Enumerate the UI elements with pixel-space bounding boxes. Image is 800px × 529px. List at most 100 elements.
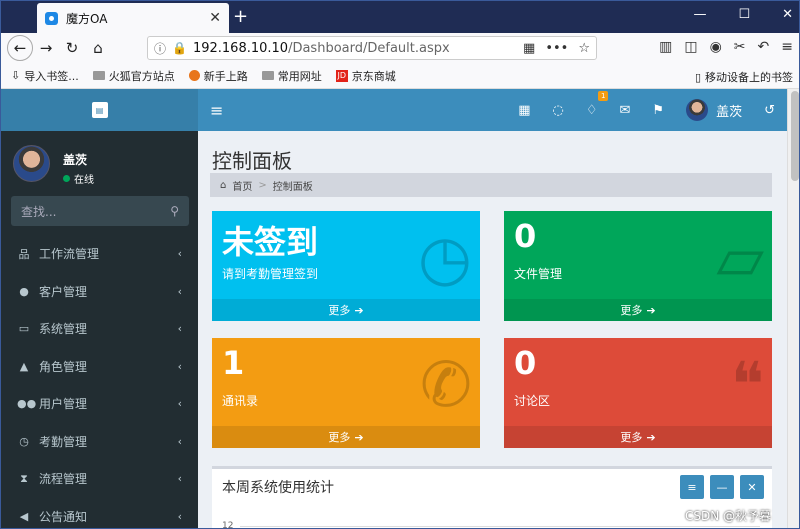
folder-icon (261, 71, 274, 80)
search-icon[interactable]: ⚲ (170, 204, 179, 218)
stat-label: 通讯录 (222, 394, 259, 408)
back-button[interactable]: ← (7, 35, 33, 61)
comments-icon: ❝ (730, 348, 764, 421)
screenshot-icon[interactable]: ✂ (734, 39, 746, 55)
collapse-icon[interactable]: — (710, 475, 734, 499)
mobile-icon: ▯ (694, 70, 701, 84)
more-label: 更多 (328, 431, 351, 444)
page-info-icon[interactable]: ⓘ (154, 40, 166, 57)
chat-icon[interactable]: ◌ (553, 103, 564, 118)
more-link[interactable]: 更多 ➔ (212, 299, 480, 321)
flag-icon[interactable]: ⚑ (652, 103, 664, 118)
sidebar-item-label: 客户管理 (39, 284, 88, 299)
home-button[interactable]: ⌂ (85, 36, 111, 60)
new-tab-button[interactable]: + (233, 6, 248, 27)
minimize-icon[interactable]: — (693, 7, 706, 22)
library-icon[interactable]: ▥ (659, 39, 672, 55)
user-menu[interactable]: 盖茨 (686, 99, 742, 121)
sidebar-toggle-hamburger-icon[interactable]: ≡ (210, 101, 223, 120)
bookmark-jd[interactable]: JD 京东商城 (335, 68, 396, 84)
sidebar-item-label: 流程管理 (39, 472, 88, 487)
sidebar-item-notices[interactable]: ◀ 公告通知 ‹ (1, 498, 198, 529)
hourglass-icon: ⧗ (20, 471, 28, 485)
more-label: 更多 (620, 304, 643, 317)
more-icon[interactable]: ••• (545, 41, 568, 56)
logo-icon: ▤ (91, 102, 108, 118)
maximize-icon[interactable]: ☐ (738, 7, 750, 22)
sidebar-item-customers[interactable]: ● 客户管理 ‹ (1, 273, 198, 311)
bookmark-import[interactable]: ⇩ 导入书签... (11, 68, 79, 84)
sidebar-item-process[interactable]: ⧗ 流程管理 ‹ (1, 460, 198, 498)
stat-box-files: 0 文件管理 ▱ 更多 ➔ (504, 211, 772, 321)
bookmark-label: 新手上路 (203, 69, 248, 83)
phone-icon: ✆ (420, 348, 472, 421)
chevron-left-icon: ‹ (177, 472, 182, 486)
stat-value: 0 (514, 217, 537, 255)
chevron-left-icon: ‹ (177, 322, 182, 336)
search-input[interactable]: 查找... ⚲ (11, 196, 189, 226)
qr-icon[interactable]: ▦ (518, 103, 530, 118)
browser-tab[interactable]: 魔方OA ✕ (37, 3, 229, 33)
refresh-icon[interactable]: ↺ (764, 103, 775, 118)
sidebar-item-system[interactable]: ▭ 系统管理 ‹ (1, 310, 198, 348)
watermark: CSDN @秋予暮 (684, 509, 771, 523)
search-placeholder: 查找... (21, 204, 57, 219)
status-text: 在线 (74, 175, 94, 186)
more-link[interactable]: 更多 ➔ (212, 426, 480, 448)
sidebar-menu: 品工作流管理 ‹ ● 客户管理 ‹ ▭ 系统管理 ‹ ▲ 角色管理 ‹ ●● 用户管理 ‹ ◷ 考勤… (1, 235, 198, 529)
mobile-bookmarks[interactable]: ▯ 移动设备上的书签 (695, 69, 793, 85)
sidebar-item-label: 工作流管理 (39, 247, 100, 262)
forward-button[interactable]: → (33, 36, 59, 60)
sidebar-item-label: 用户管理 (39, 397, 88, 412)
reload-button[interactable]: ↻ (59, 36, 85, 60)
breadcrumb-home[interactable]: 首页 (232, 178, 252, 193)
more-link[interactable]: 更多 ➔ (504, 426, 772, 448)
scrollbar-thumb[interactable] (791, 91, 799, 181)
sidebar-toggle-icon[interactable]: ◫ (684, 39, 697, 55)
close-tab-icon[interactable]: ✕ (209, 10, 221, 26)
scrollbar[interactable] (787, 89, 799, 528)
arrow-circle-right-icon: ➔ (354, 430, 364, 444)
bookmark-common-sites[interactable]: 常用网址 (261, 68, 322, 84)
undo-icon[interactable]: ↶ (758, 39, 770, 55)
mail-icon[interactable]: ✉ (620, 103, 631, 118)
more-link[interactable]: 更多 ➔ (504, 299, 772, 321)
sidebar-item-workflow[interactable]: 品工作流管理 ‹ (1, 235, 198, 273)
bookmark-getting-started[interactable]: 新手上路 (188, 68, 248, 84)
list-icon[interactable]: ≡ (680, 475, 704, 499)
avatar (13, 145, 50, 182)
sidebar-item-attendance[interactable]: ◷ 考勤管理 ‹ (1, 423, 198, 461)
close-icon[interactable]: ✕ (740, 475, 764, 499)
nav-toolbar: ← → ↻ ⌂ ⓘ 🔒 192.168.10.10/Dashboard/Defa… (1, 33, 799, 63)
account-icon[interactable]: ◉ (710, 39, 722, 55)
browser-tools: ▥ ◫ ◉ ✂ ↶ ≡ (659, 39, 793, 55)
main-content: 控制面板 ⌂ 首页 > 控制面板 未签到 请到考勤管理签到 ◷ 更多 ➔ 0 文件… (198, 131, 787, 528)
panel-title: 本周系统使用统计 (222, 480, 334, 496)
more-label: 更多 (620, 431, 643, 444)
header-icons: ▦ ◌ ♢ 1 ✉ ⚑ 盖茨 ↺ (518, 91, 775, 121)
close-window-icon[interactable]: ✕ (782, 7, 793, 22)
url-host: 192.168.10.10 (192, 40, 289, 56)
sidebar-item-users[interactable]: ●● 用户管理 ‹ (1, 385, 198, 423)
chevron-left-icon: ‹ (177, 247, 182, 261)
stat-box-attendance: 未签到 请到考勤管理签到 ◷ 更多 ➔ (212, 211, 480, 321)
sidebar-item-roles[interactable]: ▲ 角色管理 ‹ (1, 348, 198, 386)
bell-icon[interactable]: ♢ (586, 103, 598, 118)
users-icon: ●● (17, 397, 37, 411)
menu-icon[interactable]: ≡ (781, 39, 793, 55)
stat-value: 0 (514, 344, 537, 382)
chevron-left-icon: ‹ (177, 434, 182, 448)
breadcrumb-current: 控制面板 (272, 181, 313, 193)
address-bar[interactable]: ⓘ 🔒 192.168.10.10/Dashboard/Default.aspx… (147, 36, 597, 60)
app-logo[interactable]: ▤ (1, 89, 198, 131)
panel-tools: ≡ — ✕ (680, 475, 764, 499)
app: ▤ 盖茨 在线 查找... ⚲ 品工作流管理 ‹ ● 客户管理 ‹ ▭ 系统管理 ‹ ▲ 角… (1, 89, 799, 529)
mobile-bookmarks-label: 移动设备上的书签 (705, 71, 793, 84)
breadcrumb-separator: > (258, 179, 267, 191)
notification-badge: 1 (598, 91, 609, 101)
qr-code-icon[interactable]: ▦ (523, 41, 535, 56)
arrow-circle-right-icon: ➔ (354, 303, 364, 317)
bookmark-firefox-site[interactable]: 火狐官方站点 (92, 68, 175, 84)
chevron-left-icon: ‹ (177, 509, 182, 523)
bookmark-star-icon[interactable]: ☆ (578, 41, 590, 56)
